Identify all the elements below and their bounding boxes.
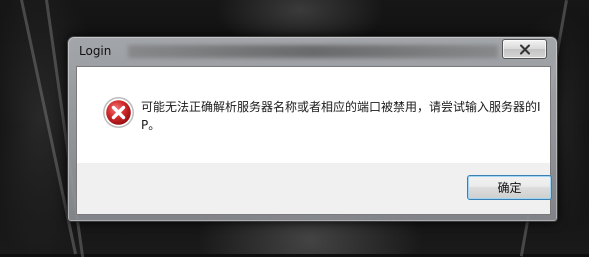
title-bar-blur <box>128 45 498 58</box>
message-area: 可能无法正确解析服务器名称或者相应的端口被禁用，请尝试输入服务器的IP。 <box>77 67 550 163</box>
close-button[interactable] <box>502 39 547 59</box>
ok-button[interactable]: 确定 <box>467 175 552 200</box>
close-icon <box>519 44 531 55</box>
title-bar[interactable]: Login <box>68 37 557 66</box>
login-dialog-window: Login 可能无法正确解析服务器名称或者相应的端口被禁用，请尝试输入服务器的I… <box>67 36 558 222</box>
dialog-content: 可能无法正确解析服务器名称或者相应的端口被禁用，请尝试输入服务器的IP。 确定 <box>76 66 552 215</box>
error-icon <box>102 96 135 129</box>
error-message: 可能无法正确解析服务器名称或者相应的端口被禁用，请尝试输入服务器的IP。 <box>141 100 541 132</box>
window-title: Login <box>79 44 112 58</box>
